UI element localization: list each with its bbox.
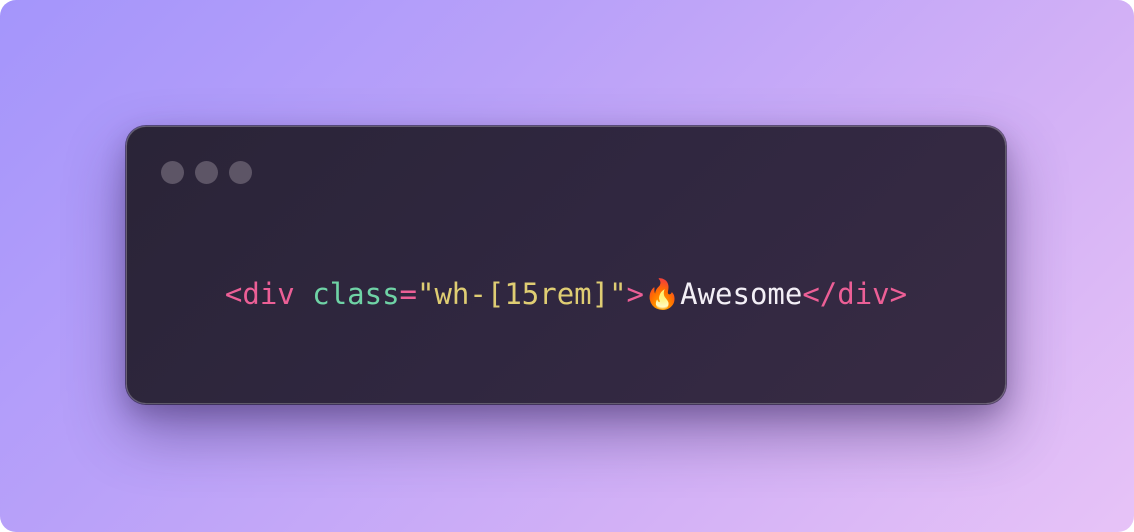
- attribute-value: "wh-[15rem]": [417, 277, 627, 311]
- attribute-name: class: [312, 277, 400, 311]
- attribute-equals: =: [399, 277, 418, 311]
- code-snippet: <div class="wh-[15rem]">🔥Awesome</div>: [127, 276, 1005, 312]
- tag-name: div: [242, 277, 295, 311]
- tag-open-bracket: <: [224, 277, 243, 311]
- window-controls: [161, 161, 252, 184]
- window-maximize-dot[interactable]: [229, 161, 252, 184]
- window-minimize-dot[interactable]: [195, 161, 218, 184]
- window-close-dot[interactable]: [161, 161, 184, 184]
- fire-icon: 🔥: [644, 277, 681, 311]
- code-window: <div class="wh-[15rem]">🔥Awesome</div>: [126, 126, 1006, 404]
- element-text: Awesome: [680, 277, 803, 311]
- closing-tag: </div>: [802, 277, 908, 311]
- background-canvas: <div class="wh-[15rem]">🔥Awesome</div>: [0, 0, 1134, 532]
- tag-close-bracket: >: [626, 277, 644, 311]
